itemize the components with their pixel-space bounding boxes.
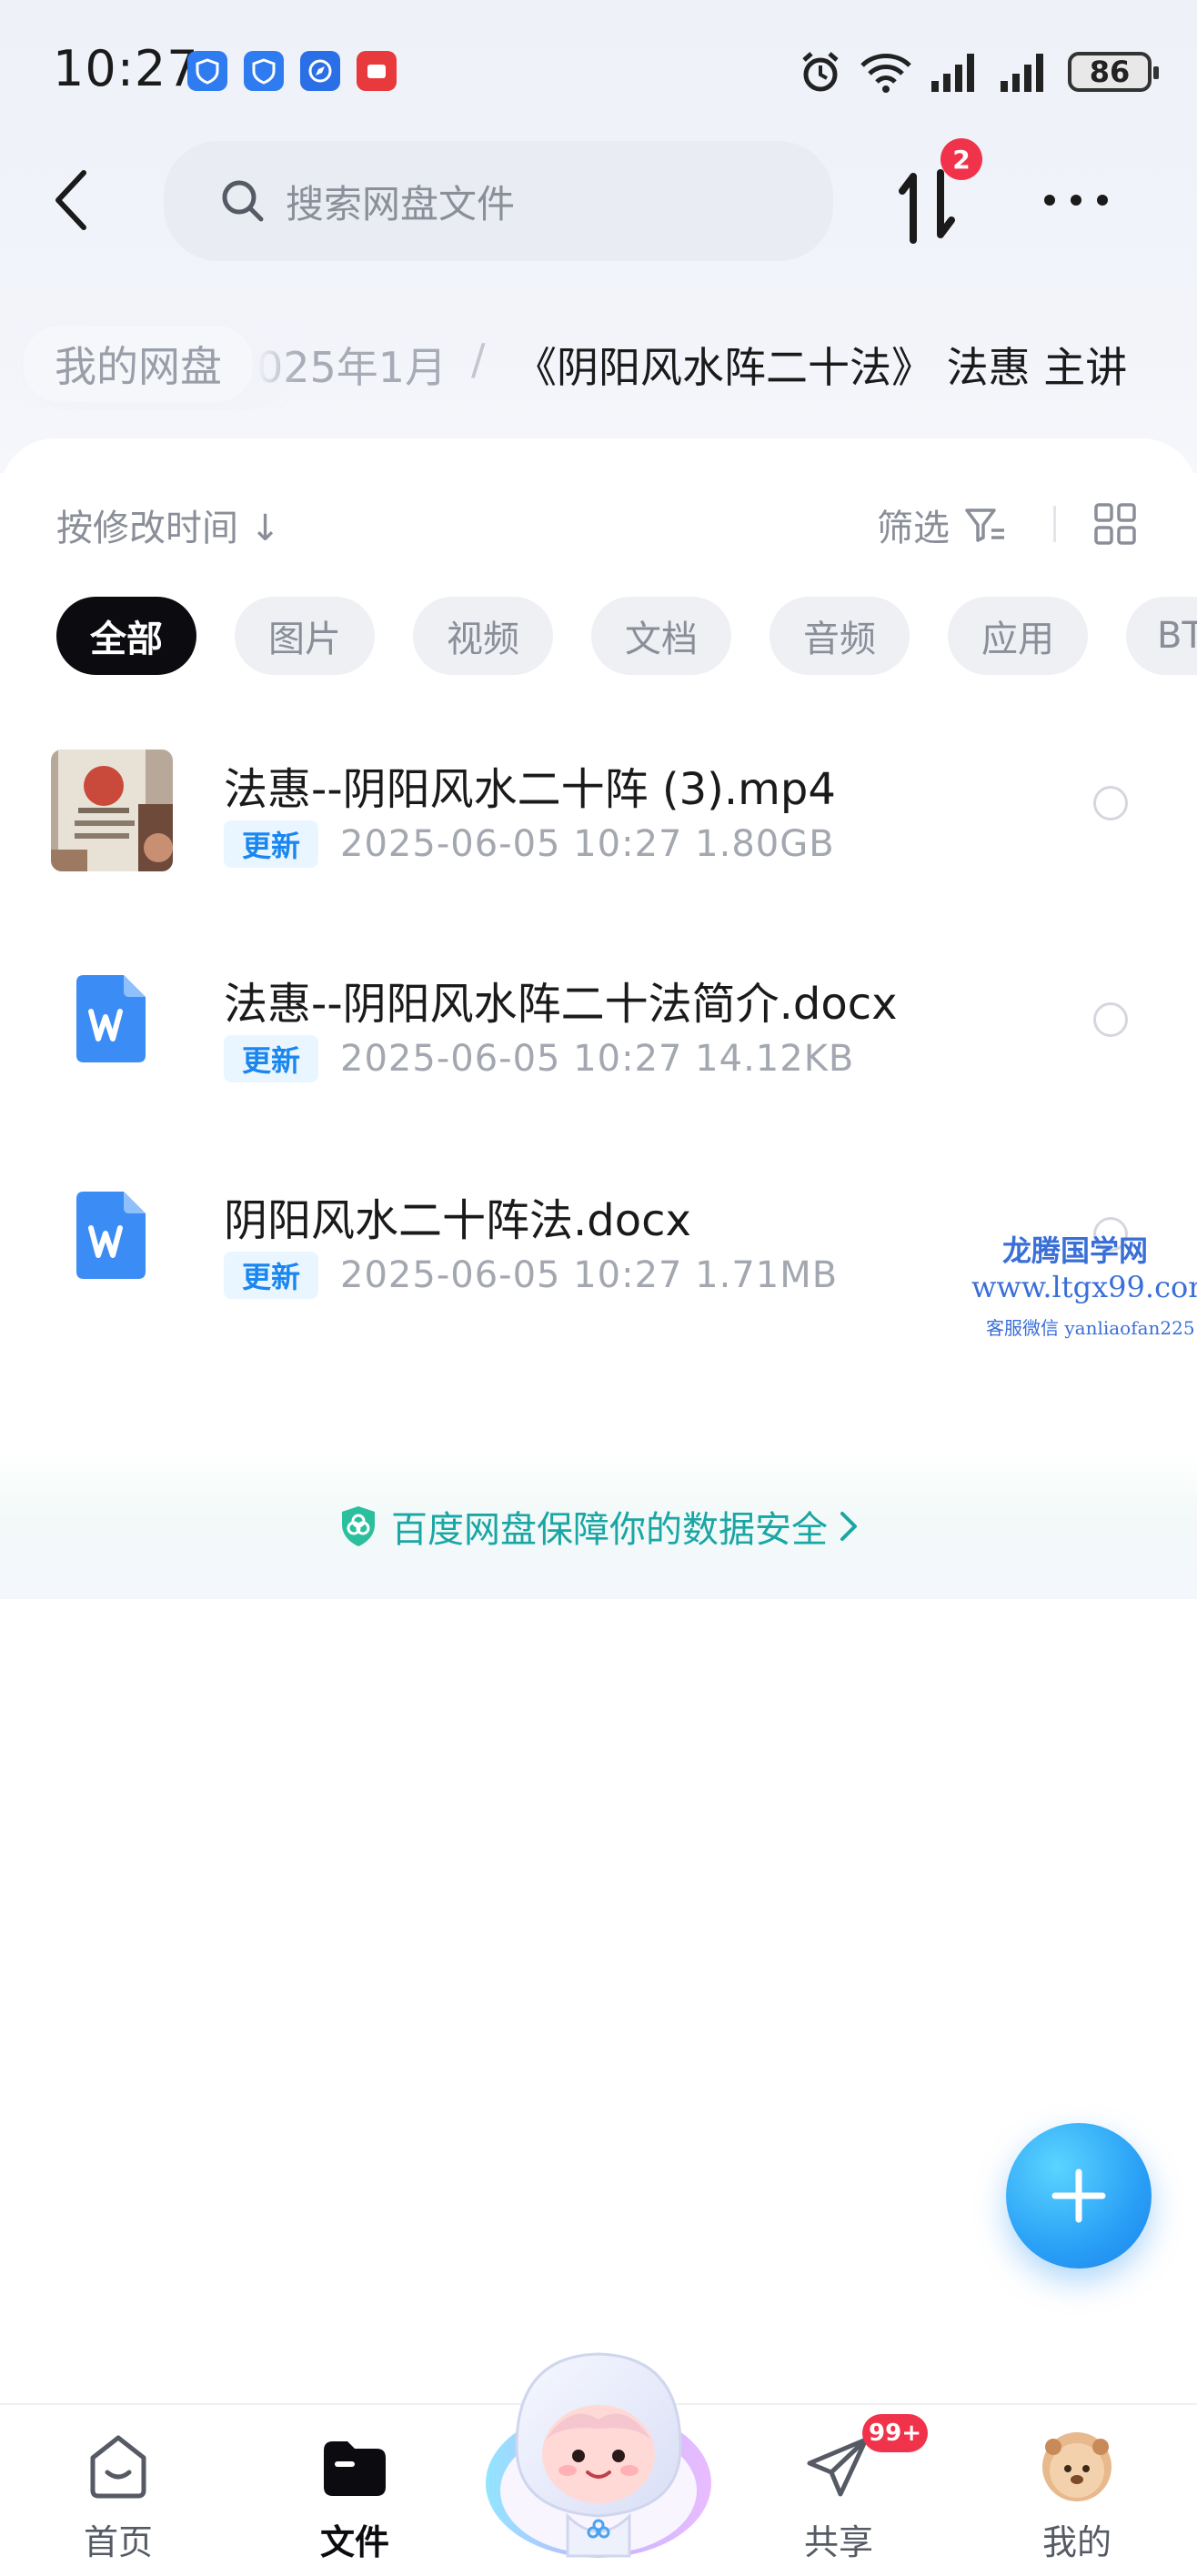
word-document-icon <box>76 1192 146 1279</box>
update-tag: 更新 <box>224 820 319 868</box>
filter-button[interactable]: 筛选 <box>877 498 950 551</box>
chevron-right-icon <box>840 1512 857 1541</box>
share-badge: 99+ <box>862 2414 928 2452</box>
word-document-icon <box>76 975 146 1062</box>
back-button[interactable] <box>44 164 98 236</box>
file-name[interactable]: 法惠--阴阳风水二十阵 (3).mp4 <box>224 753 836 817</box>
grid-view-icon[interactable] <box>1093 502 1137 546</box>
toolbar-divider <box>1053 506 1056 542</box>
status-bar: 10:27 86 <box>0 0 1197 136</box>
wifi-icon <box>860 54 911 93</box>
file-row[interactable]: 法惠--阴阳风水阵二十法简介.docx 更新 2025-06-05 10:27 … <box>0 924 1197 1106</box>
file-row[interactable]: 法惠--阴阳风水二十阵 (3).mp4 更新 2025-06-05 10:27 … <box>0 709 1197 891</box>
video-thumbnail <box>51 750 173 871</box>
chip-audio[interactable]: 音频 <box>770 597 910 675</box>
file-meta: 更新 2025-06-05 10:27 1.80GB <box>224 819 835 870</box>
watermark-contact: 客服微信 yanliaofan225 <box>986 1317 1195 1339</box>
file-name[interactable]: 法惠--阴阳风水阵二十法简介.docx <box>224 968 898 1031</box>
breadcrumb: 025年1月 / 《阴阳风水阵二十法》 法惠 主讲 我的网盘 <box>0 318 1197 409</box>
dot-icon <box>1044 195 1055 206</box>
alarm-icon <box>802 52 839 92</box>
nav-home-label: 首页 <box>83 2522 153 2562</box>
file-details: 2025-06-05 10:27 1.71MB <box>340 1254 839 1296</box>
nav-files[interactable]: 文件 <box>273 2423 437 2576</box>
file-meta: 更新 2025-06-05 10:27 1.71MB <box>224 1250 838 1301</box>
chip-apps[interactable]: 应用 <box>948 597 1088 675</box>
status-icons: 86 <box>799 47 1159 96</box>
file-details: 2025-06-05 10:27 1.80GB <box>340 823 835 865</box>
signal-icon <box>1001 54 1043 92</box>
nav-files-label: 文件 <box>319 2522 389 2562</box>
search-icon <box>222 180 264 222</box>
shield-app-icon <box>244 51 284 91</box>
nav-share[interactable]: 共享 99+ <box>757 2414 928 2576</box>
breadcrumb-item-month[interactable]: 025年1月 <box>256 335 447 395</box>
select-checkbox[interactable] <box>1093 786 1128 820</box>
breadcrumb-current-folder: 《阴阳风水阵二十法》 法惠 主讲 <box>515 343 1128 392</box>
folder-icon <box>324 2441 386 2496</box>
battery-indicator: 86 <box>1068 52 1159 92</box>
watermark-url: www.ltgx99.com <box>971 1270 1197 1304</box>
dot-icon <box>1097 195 1108 206</box>
status-time: 10:27 <box>53 40 199 97</box>
mail-app-icon <box>357 51 397 91</box>
security-banner-text: 百度网盘保障你的数据安全 <box>391 1509 828 1551</box>
chip-documents[interactable]: 文档 <box>591 597 731 675</box>
breadcrumb-separator: / <box>471 335 486 384</box>
breadcrumb-root[interactable]: 我的网盘 <box>24 326 253 402</box>
shield-check-icon <box>342 1506 375 1546</box>
nav-mine-label: 我的 <box>1041 2522 1112 2562</box>
dot-icon <box>1071 195 1081 206</box>
add-button[interactable] <box>1006 2123 1152 2269</box>
avatar-icon <box>1042 2432 1112 2501</box>
chevron-left-icon <box>55 170 86 230</box>
chip-images[interactable]: 图片 <box>235 597 375 675</box>
update-tag: 更新 <box>224 1035 319 1082</box>
select-checkbox[interactable] <box>1093 1002 1128 1037</box>
nav-home[interactable]: 首页 <box>36 2423 200 2576</box>
update-tag: 更新 <box>224 1252 319 1299</box>
sort-button[interactable]: 按修改时间 ↓ <box>56 498 280 551</box>
signal-icon <box>931 54 974 92</box>
chip-all[interactable]: 全部 <box>56 597 196 675</box>
transfer-list-button[interactable]: 2 <box>890 138 982 244</box>
chip-videos[interactable]: 视频 <box>413 597 553 675</box>
compass-app-icon <box>300 51 340 91</box>
search-input[interactable]: 搜索网盘文件 <box>164 141 833 261</box>
home-icon <box>90 2435 146 2499</box>
watermark-title: 龙腾国学网 <box>1002 1233 1149 1268</box>
ai-assistant-mascot[interactable] <box>480 2338 717 2576</box>
nav-mine[interactable]: 我的 <box>995 2423 1159 2576</box>
filter-icon[interactable] <box>964 506 1006 544</box>
shield-app-icon <box>187 51 227 91</box>
nav-share-label: 共享 <box>803 2522 873 2562</box>
file-meta: 更新 2025-06-05 10:27 14.12KB <box>224 1033 854 1084</box>
security-banner[interactable]: 百度网盘保障你的数据安全 <box>0 1454 1197 1599</box>
file-details: 2025-06-05 10:27 14.12KB <box>340 1038 855 1080</box>
more-options-button[interactable] <box>1044 182 1108 218</box>
search-placeholder: 搜索网盘文件 <box>286 181 516 226</box>
transfer-arrows-icon <box>899 169 955 244</box>
file-name[interactable]: 阴阳风水二十阵法.docx <box>224 1184 691 1248</box>
transfer-badge: 2 <box>940 138 982 180</box>
chip-bt[interactable]: BT <box>1126 597 1197 675</box>
plus-icon <box>1051 2168 1106 2223</box>
